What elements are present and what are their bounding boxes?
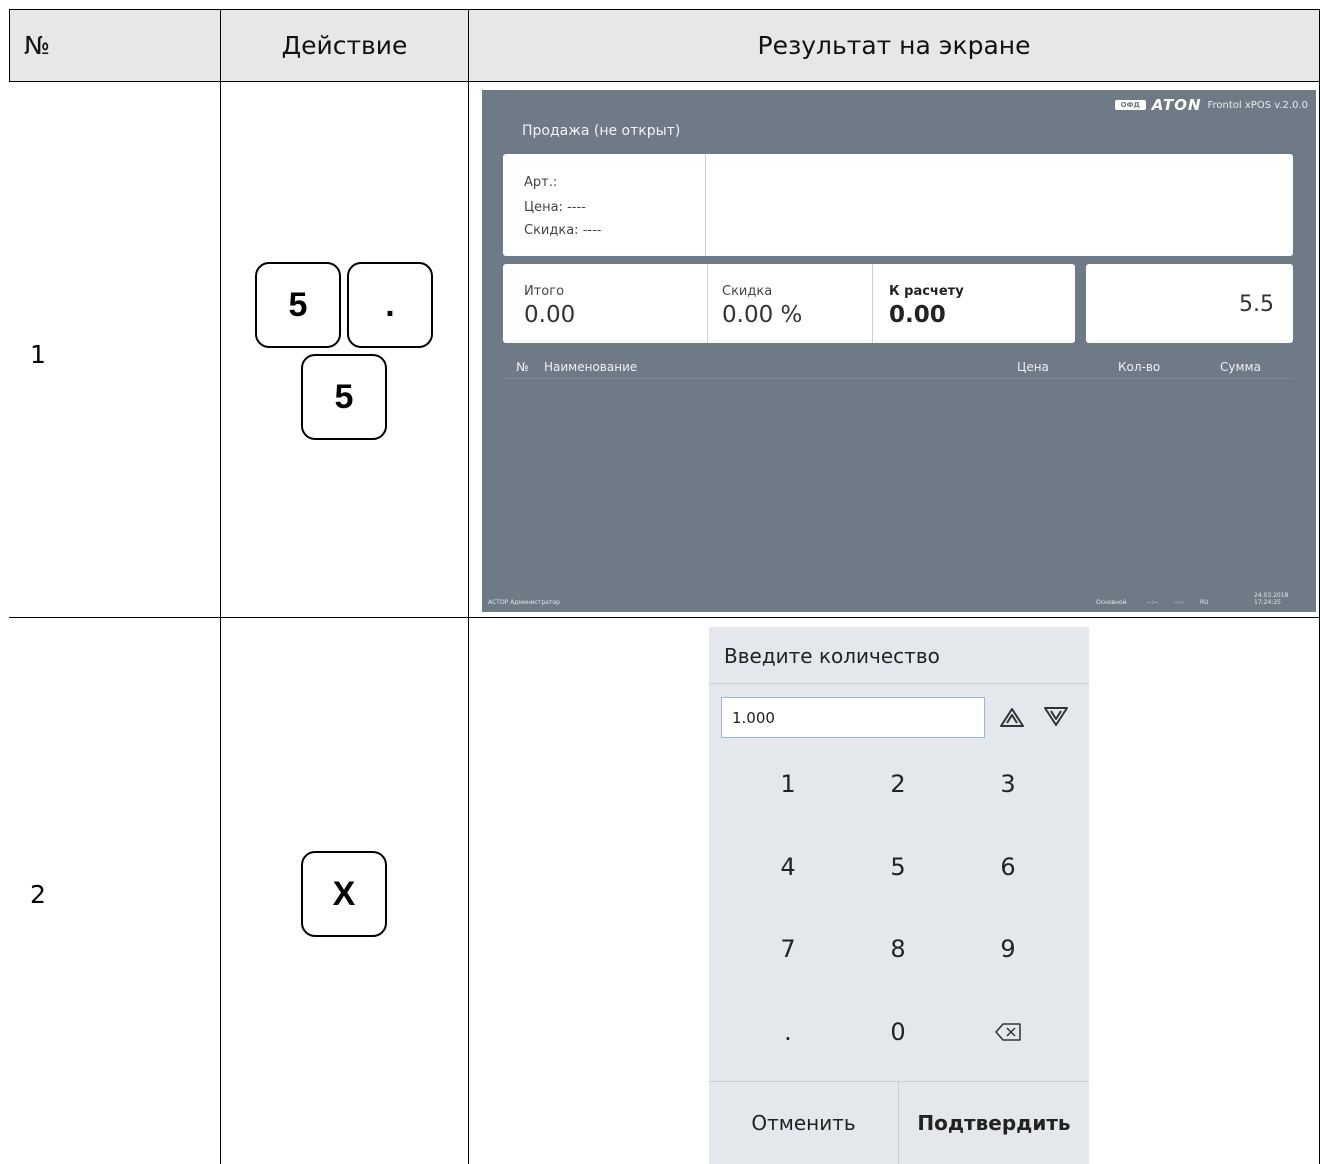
quantity-input[interactable] bbox=[721, 697, 985, 738]
keypad-5[interactable]: 5 bbox=[853, 837, 943, 897]
quantity-dialog: Введите количество 1 2 3 4 5 6 7 8 9 . 0… bbox=[709, 627, 1089, 1164]
keypad-3[interactable]: 3 bbox=[963, 754, 1053, 814]
columns-divider bbox=[503, 378, 1293, 379]
total-label: Итого bbox=[524, 284, 565, 299]
cancel-button[interactable]: Отменить bbox=[709, 1082, 898, 1164]
footer-profile: Основной bbox=[1096, 599, 1127, 606]
backspace-icon bbox=[995, 1023, 1021, 1041]
totals-divider-2 bbox=[872, 264, 873, 343]
footer-lang: RU bbox=[1200, 599, 1209, 606]
dialog-title-separator bbox=[709, 683, 1089, 684]
keypad-7[interactable]: 7 bbox=[743, 919, 833, 979]
totals-divider-1 bbox=[707, 264, 708, 343]
keypad-9[interactable]: 9 bbox=[963, 919, 1053, 979]
pay-value: 0.00 bbox=[889, 302, 946, 328]
discount-total-label: Скидка bbox=[722, 284, 773, 299]
keypad-dot[interactable]: . bbox=[743, 1002, 833, 1062]
entry-value: 5.5 bbox=[1239, 292, 1274, 317]
table-border-col1 bbox=[220, 9, 221, 1164]
entry-display: 5.5 bbox=[1086, 264, 1293, 343]
col-name: Наименование bbox=[544, 360, 638, 374]
row-2-number: 2 bbox=[30, 880, 46, 909]
key-x: X bbox=[301, 851, 387, 937]
table-border-header bbox=[9, 81, 1320, 82]
sale-mode-title: Продажа (не открыт) bbox=[522, 123, 681, 139]
keypad-4[interactable]: 4 bbox=[743, 837, 833, 897]
table-border-left bbox=[9, 9, 10, 82]
discount-total-value: 0.00 % bbox=[722, 302, 803, 328]
info-divider bbox=[705, 154, 706, 256]
keypad-6[interactable]: 6 bbox=[963, 837, 1053, 897]
footer-operator: АСТОР Администратор bbox=[488, 599, 560, 606]
item-info-panel: Арт.: Цена: ---- Скидка: ---- bbox=[503, 154, 1293, 256]
table-border-row1 bbox=[9, 617, 1320, 618]
version-label: Frontol xPOS v.2.0.0 bbox=[1207, 99, 1308, 111]
total-value: 0.00 bbox=[524, 302, 576, 328]
confirm-button[interactable]: Подтвердить bbox=[899, 1082, 1089, 1164]
footer-field-1: --:-- bbox=[1147, 599, 1158, 606]
footer-datetime: 24.03.2018 17:24:25 bbox=[1254, 592, 1289, 606]
key-5: 5 bbox=[255, 262, 341, 348]
footer-field-2: --:-- bbox=[1174, 599, 1185, 606]
pos-screen: ОФД ATON Frontol xPOS v.2.0.0 Продажа (н… bbox=[482, 90, 1316, 612]
col-price: Цена bbox=[1017, 360, 1049, 374]
row-1-number: 1 bbox=[30, 340, 46, 369]
aton-logo: ATON bbox=[1151, 96, 1202, 114]
col-sum: Сумма bbox=[1220, 360, 1261, 374]
header-num: № bbox=[24, 31, 51, 60]
price-label: Цена: ---- bbox=[524, 200, 586, 215]
keypad-1[interactable]: 1 bbox=[743, 754, 833, 814]
keypad-0[interactable]: 0 bbox=[853, 1002, 943, 1062]
header-action: Действие bbox=[281, 31, 408, 60]
triangle-up-icon[interactable] bbox=[998, 705, 1026, 729]
dialog-title: Введите количество bbox=[724, 644, 940, 668]
header-result: Результат на экране bbox=[757, 31, 1031, 60]
key-dot: . bbox=[347, 262, 433, 348]
key-5-second: 5 bbox=[301, 354, 387, 440]
keypad-2[interactable]: 2 bbox=[853, 754, 943, 814]
col-num: № bbox=[516, 360, 529, 374]
keypad-backspace[interactable] bbox=[963, 1002, 1053, 1062]
col-qty: Кол-во bbox=[1118, 360, 1161, 374]
discount-label: Скидка: ---- bbox=[524, 223, 602, 238]
table-border-col2 bbox=[468, 9, 469, 1164]
triangle-down-icon[interactable] bbox=[1042, 705, 1070, 729]
brand-block: ОФД ATON Frontol xPOS v.2.0.0 bbox=[1114, 96, 1308, 114]
pay-label: К расчету bbox=[889, 284, 964, 299]
ofd-badge: ОФД bbox=[1114, 100, 1146, 110]
art-label: Арт.: bbox=[524, 175, 558, 190]
totals-panel: Итого 0.00 Скидка 0.00 % К расчету 0.00 bbox=[503, 264, 1075, 343]
keypad-8[interactable]: 8 bbox=[853, 919, 943, 979]
